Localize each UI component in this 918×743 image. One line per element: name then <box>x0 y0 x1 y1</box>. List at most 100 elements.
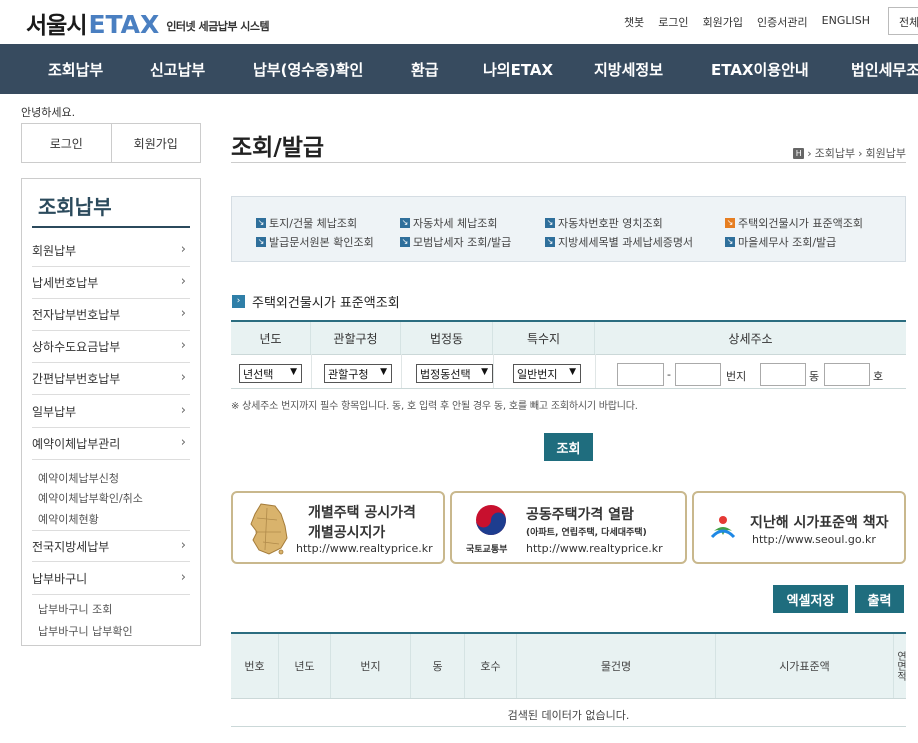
quick-link-village-tax-advisor[interactable]: ↘ 마을세무사 조회/발급 <box>725 234 836 250</box>
util-chatbot-link[interactable]: 챗봇 <box>624 14 644 30</box>
empty-result-message: 검색된 데이터가 없습니다. <box>507 709 630 722</box>
dong-input[interactable] <box>760 363 806 386</box>
nav-report-payment[interactable]: 신고납부 <box>150 59 205 80</box>
legal-dong-select[interactable]: 법정동선택 ▼ <box>416 364 493 383</box>
quick-link-tax-certificate[interactable]: ↘ 지방세세목별 과세납세증명서 <box>545 234 693 250</box>
side-nav: 조회납부 회원납부 › 납세번호납부 › 전자납부번호납부 › 상하수도요금납부… <box>21 178 201 646</box>
year-select-value: 년선택 <box>243 367 274 381</box>
sidebar-item-taxnumber-payment[interactable]: 납세번호납부 › <box>32 267 190 299</box>
lot-dash-label: - <box>667 368 671 381</box>
print-button[interactable]: 출력 <box>855 585 904 613</box>
sidebar-sub-basket-inquiry[interactable]: 납부바구니 조회 <box>38 601 112 617</box>
row-divider <box>231 354 906 355</box>
side-nav-title: 조회납부 <box>38 195 112 219</box>
nav-etax-guide[interactable]: ETAX이용안내 <box>711 59 809 80</box>
breadcrumb-item-current: 회원납부 <box>865 147 906 160</box>
sidebar-item-national-local-tax[interactable]: 전국지방세납부 › <box>32 530 190 562</box>
sidebar-sub-reserve-status[interactable]: 예약이체현황 <box>38 511 99 527</box>
sidebar-item-label: 전자납부번호납부 <box>32 308 121 322</box>
nav-receipt-check[interactable]: 납부(영수증)확인 <box>253 59 363 80</box>
sidebar-login-button[interactable]: 로그인 <box>22 124 112 162</box>
sidebar-sub-reserve-apply[interactable]: 예약이체납부신청 <box>38 470 119 486</box>
section-bullet-icon: › <box>232 295 245 308</box>
col-divider <box>311 354 312 388</box>
sidebar-item-payment-basket[interactable]: 납부바구니 › <box>32 563 190 595</box>
sidebar-sub-reserve-confirm[interactable]: 예약이체납부확인/취소 <box>38 490 143 506</box>
banner-apartment-price[interactable]: 국토교통부 공동주택가격 열람 (아파트, 연립주택, 다세대주택) http:… <box>450 491 687 564</box>
search-form-table: 년도 관할구청 법정동 특수지 상세주소 년선택 ▼ 관할구청 ▼ 법정동선택 ▼ 일… <box>231 320 906 390</box>
sidebar-item-partial-payment[interactable]: 일부납부 › <box>32 396 190 428</box>
ho-label: 호 <box>873 370 884 383</box>
sidebar-item-label: 납부바구니 <box>32 572 88 586</box>
quick-link-label: 모범납세자 조회/발급 <box>413 236 512 249</box>
sidebar-sub-basket-confirm[interactable]: 납부바구니 납부확인 <box>38 623 133 639</box>
sidebar-item-epayment-number[interactable]: 전자납부번호납부 › <box>32 299 190 331</box>
ho-input[interactable] <box>824 363 870 386</box>
title-divider <box>231 162 906 163</box>
arrow-icon: ↘ <box>725 218 735 228</box>
banner-individual-house-price[interactable]: 개별주택 공시가격 개별공시지가 http://www.realtyprice.… <box>231 491 445 564</box>
special-lot-select[interactable]: 일반번지 ▼ <box>513 364 581 383</box>
quick-link-label: 자동차세 체납조회 <box>413 217 498 230</box>
lot-main-number-input[interactable] <box>617 363 664 386</box>
sidebar-item-label: 예약이체납부관리 <box>32 437 121 451</box>
excel-save-button[interactable]: 엑셀저장 <box>773 585 848 613</box>
chevron-right-icon: › <box>180 338 186 353</box>
chevron-right-icon: › <box>180 570 186 585</box>
arrow-icon: ↘ <box>256 218 266 228</box>
quick-link-plate-seizure[interactable]: ↘ 자동차번호판 영치조회 <box>545 215 663 231</box>
arrow-icon: ↘ <box>545 237 555 247</box>
header-legal-dong: 법정동 <box>401 322 493 354</box>
year-select[interactable]: 년선택 ▼ <box>239 364 302 383</box>
sidebar-item-water-bill[interactable]: 상하수도요금납부 › <box>32 331 190 363</box>
quick-link-document-verify[interactable]: ↘ 발급문서원본 확인조회 <box>256 234 374 250</box>
logo-seoul: 서울시 <box>26 13 87 39</box>
nav-my-etax[interactable]: 나의ETAX <box>483 59 553 80</box>
quick-link-building-standard-value[interactable]: ↘ 주택외건물시가 표준액조회 <box>725 215 863 231</box>
district-select[interactable]: 관할구청 ▼ <box>324 364 392 383</box>
quick-link-car-tax-arrears[interactable]: ↘ 자동차세 체납조회 <box>400 215 497 231</box>
nav-corporate-tax[interactable]: 법인세무조 <box>851 59 918 80</box>
chevron-down-icon: ▼ <box>569 367 576 377</box>
seoul-logo-icon <box>710 516 736 539</box>
search-button[interactable]: 조회 <box>544 433 593 461</box>
breadcrumb-item[interactable]: 조회납부 <box>815 145 855 161</box>
nav-inquiry-payment[interactable]: 조회납부 <box>48 59 103 80</box>
all-menu-button[interactable]: 전체 <box>888 7 918 35</box>
sidebar-item-label: 일부납부 <box>32 405 77 419</box>
quick-link-label: 주택외건물시가 표준액조회 <box>738 217 863 230</box>
sidebar-item-simple-payment[interactable]: 간편납부번호납부 › <box>32 363 190 395</box>
util-english-link[interactable]: ENGLISH <box>822 14 870 30</box>
header-special-lot: 특수지 <box>493 322 595 354</box>
sidebar-join-button[interactable]: 회원가입 <box>112 124 201 162</box>
side-nav-title-divider <box>32 226 190 228</box>
section-title-label: 주택외건물시가 표준액조회 <box>252 296 400 311</box>
lot-sub-number-input[interactable] <box>675 363 721 386</box>
util-join-link[interactable]: 회원가입 <box>703 14 743 30</box>
chevron-right-icon: › <box>180 274 186 289</box>
chevron-right-icon: › <box>180 242 186 257</box>
section-title: › 주택외건물시가 표준액조회 <box>232 292 400 311</box>
sidebar-item-member-payment[interactable]: 회원납부 › <box>32 235 190 267</box>
util-certificate-link[interactable]: 인증서관리 <box>757 14 808 30</box>
quick-link-model-taxpayer[interactable]: ↘ 모범납세자 조회/발급 <box>400 234 511 250</box>
korea-map-icon <box>250 503 288 555</box>
special-lot-select-value: 일반번지 <box>517 367 558 381</box>
col-ho: 호수 <box>465 634 517 698</box>
util-login-link[interactable]: 로그인 <box>658 14 688 30</box>
site-logo[interactable]: 서울시 ETAX 인터넷 세금납부 시스템 <box>26 6 270 40</box>
quick-link-land-arrears[interactable]: ↘ 토지/건물 체납조회 <box>256 215 357 231</box>
nav-local-tax-info[interactable]: 지방세정보 <box>594 59 663 80</box>
sidebar-item-reserve-transfer[interactable]: 예약이체납부관리 › <box>32 428 190 460</box>
search-notice: ※ 상세주소 번지까지 필수 항목입니다. 동, 호 입력 후 안될 경우 동,… <box>231 401 638 412</box>
sidebar-item-label: 회원납부 <box>32 244 77 258</box>
chevron-right-icon: › <box>180 403 186 418</box>
row-divider <box>231 698 906 699</box>
header-district: 관할구청 <box>311 322 401 354</box>
banner-standard-price-book[interactable]: 지난해 시가표준액 책자 http://www.seoul.go.kr <box>692 491 906 564</box>
col-dong: 동 <box>411 634 465 698</box>
col-divider <box>595 354 596 388</box>
home-icon[interactable]: H <box>793 147 805 159</box>
banner2-subtext: (아파트, 연립주택, 다세대주택) <box>526 528 647 538</box>
nav-refund[interactable]: 환급 <box>411 59 439 80</box>
